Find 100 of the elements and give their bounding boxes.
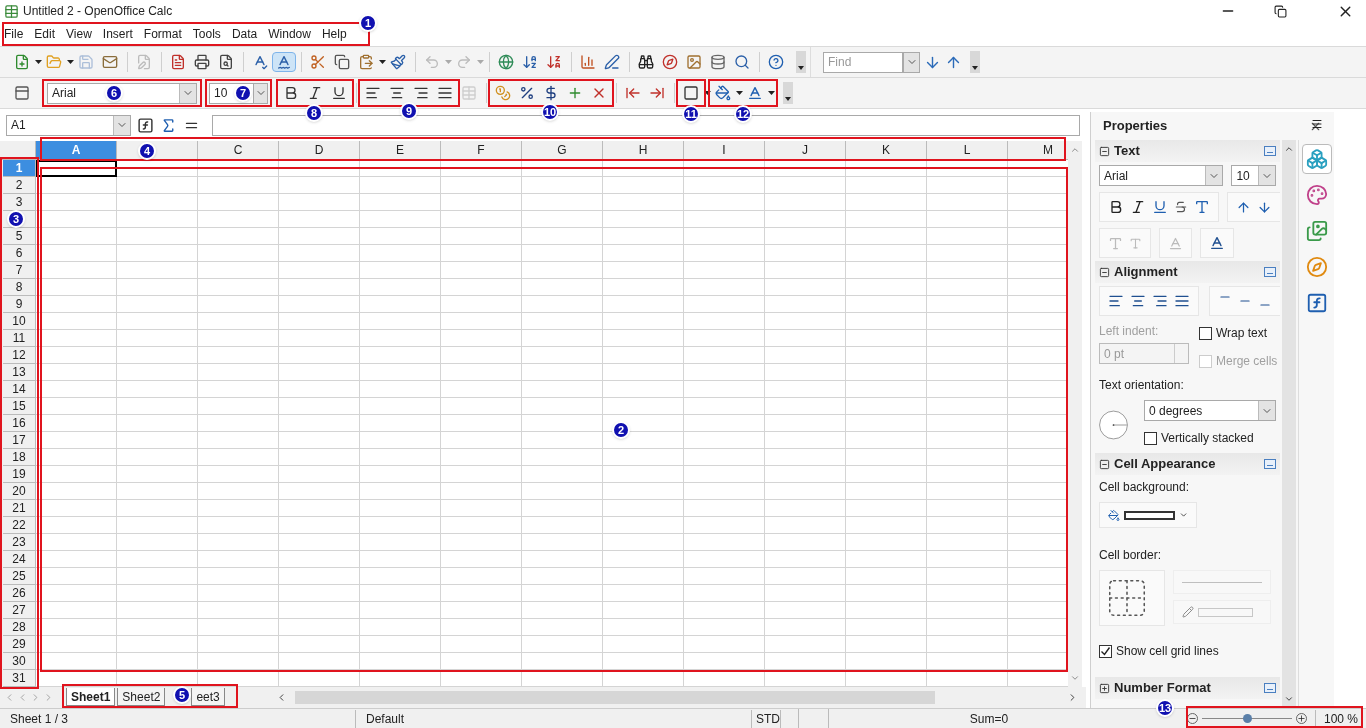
- row-header[interactable]: 25: [3, 567, 35, 585]
- collapse-icon[interactable]: [1099, 145, 1110, 157]
- checkbox[interactable]: [1144, 431, 1157, 445]
- sidebar-scrollbar[interactable]: [1282, 140, 1296, 708]
- cell-border-button[interactable]: [1099, 570, 1165, 626]
- row-header[interactable]: 14: [3, 380, 35, 398]
- menu-item[interactable]: View: [66, 25, 92, 43]
- cell-cursor[interactable]: [36, 159, 117, 177]
- zoom-in-icon[interactable]: [1295, 713, 1307, 724]
- row-header[interactable]: 15: [3, 397, 35, 415]
- superscript-icon[interactable]: [1236, 199, 1251, 215]
- justify-icon[interactable]: [1174, 293, 1190, 309]
- more-options-icon[interactable]: [1264, 459, 1276, 469]
- collapse-icon[interactable]: [1099, 458, 1110, 470]
- row-header[interactable]: 31: [3, 669, 35, 687]
- find-field[interactable]: Find: [823, 51, 903, 73]
- column-header[interactable]: K: [846, 140, 927, 159]
- section-title: Number Format: [1114, 679, 1212, 698]
- align-right-icon[interactable]: [1152, 293, 1168, 309]
- more-options-icon[interactable]: [1264, 267, 1276, 277]
- menu-item[interactable]: Format: [143, 25, 182, 43]
- more-options-icon[interactable]: [1264, 683, 1276, 693]
- row-header[interactable]: 13: [3, 363, 35, 381]
- toolbar-overflow-button[interactable]: [970, 51, 980, 73]
- menu-item[interactable]: Data: [231, 25, 258, 43]
- row-header[interactable]: 9: [3, 295, 35, 313]
- menu-item[interactable]: Window: [268, 25, 311, 43]
- name-box[interactable]: A1: [6, 114, 131, 136]
- row-header[interactable]: 16: [3, 414, 35, 432]
- column-header[interactable]: H: [603, 140, 684, 159]
- row-header[interactable]: 30: [3, 652, 35, 670]
- underline-icon[interactable]: [1152, 199, 1168, 215]
- line-color-button[interactable]: [1173, 600, 1271, 624]
- row-header[interactable]: 18: [3, 448, 35, 466]
- sheet-tab[interactable]: eet3: [191, 688, 225, 707]
- menu-item[interactable]: File: [4, 25, 24, 43]
- sheet-tab[interactable]: Sheet2: [117, 688, 166, 707]
- column-header[interactable]: D: [279, 140, 360, 159]
- row-header[interactable]: 20: [3, 482, 35, 500]
- row-header[interactable]: 7: [3, 261, 35, 279]
- row-header[interactable]: 29: [3, 635, 35, 653]
- row-header[interactable]: 26: [3, 584, 35, 602]
- column-header[interactable]: C: [198, 140, 279, 159]
- column-header[interactable]: L: [927, 140, 1008, 159]
- column-header[interactable]: I: [684, 140, 765, 159]
- checkbox[interactable]: [1199, 326, 1212, 340]
- font-size-field[interactable]: 10: [209, 82, 233, 104]
- menu-item[interactable]: Tools: [192, 25, 221, 43]
- align-left-icon[interactable]: [1108, 293, 1124, 309]
- row-header[interactable]: 27: [3, 601, 35, 619]
- orientation-field[interactable]: 0 degrees: [1144, 400, 1276, 421]
- strikethrough-icon[interactable]: [1174, 200, 1188, 214]
- column-header[interactable]: E: [360, 140, 441, 159]
- zoom-slider-thumb[interactable]: [1242, 714, 1252, 723]
- more-options-icon[interactable]: [1264, 146, 1276, 156]
- menu-item[interactable]: Edit: [34, 25, 56, 43]
- toolbar-overflow-button[interactable]: [783, 82, 793, 104]
- row-header[interactable]: 2: [3, 176, 35, 194]
- checkbox[interactable]: [1099, 644, 1112, 658]
- styles-toggle-icon[interactable]: [14, 85, 30, 101]
- function-wizard-icon[interactable]: [137, 116, 154, 134]
- row-header[interactable]: 17: [3, 431, 35, 449]
- properties-icon[interactable]: [1301, 144, 1332, 174]
- collapse-icon[interactable]: [1099, 266, 1110, 278]
- restore-icon[interactable]: [1274, 4, 1287, 18]
- field-label: Cell background:: [1099, 479, 1191, 496]
- row-header[interactable]: 21: [3, 499, 35, 517]
- cell-background-button[interactable]: [1099, 502, 1197, 528]
- sheet-tab[interactable]: Sheet1: [66, 688, 116, 707]
- auto-spellcheck-icon[interactable]: [272, 52, 296, 72]
- font-name-field[interactable]: Arial: [1099, 165, 1224, 186]
- bold-icon[interactable]: [1108, 199, 1124, 215]
- horizontal-scrollbar[interactable]: [276, 689, 1078, 706]
- font-color-icon[interactable]: [1209, 235, 1225, 251]
- column-header[interactable]: F: [441, 140, 522, 159]
- row-header[interactable]: 12: [3, 346, 35, 364]
- row-header[interactable]: 28: [3, 618, 35, 636]
- shadow-icon[interactable]: [1194, 199, 1210, 215]
- row-header[interactable]: 3: [3, 193, 35, 211]
- italic-icon[interactable]: [1130, 199, 1146, 215]
- align-center-icon[interactable]: [1130, 293, 1146, 309]
- column-header[interactable]: G: [522, 140, 603, 159]
- row-header[interactable]: 10: [3, 312, 35, 330]
- row-header[interactable]: 6: [3, 244, 35, 262]
- menu-item[interactable]: Help: [321, 25, 347, 43]
- row-header[interactable]: 19: [3, 465, 35, 483]
- subscript-icon[interactable]: [1257, 199, 1272, 215]
- toolbar-overflow-button[interactable]: [796, 51, 806, 73]
- row-header[interactable]: 22: [3, 516, 35, 534]
- window-title: Untitled 2 - OpenOffice Calc: [23, 3, 173, 20]
- expand-icon[interactable]: [1099, 682, 1110, 694]
- font-size-field[interactable]: 10: [1231, 165, 1276, 186]
- menu-item[interactable]: Insert: [102, 25, 133, 43]
- scroll-down-icon[interactable]: [1284, 694, 1294, 704]
- row-header[interactable]: 11: [3, 329, 35, 347]
- row-header[interactable]: 24: [3, 550, 35, 568]
- scroll-up-icon[interactable]: [1284, 144, 1294, 154]
- row-header[interactable]: 23: [3, 533, 35, 551]
- row-header[interactable]: 8: [3, 278, 35, 296]
- column-header[interactable]: J: [765, 140, 846, 159]
